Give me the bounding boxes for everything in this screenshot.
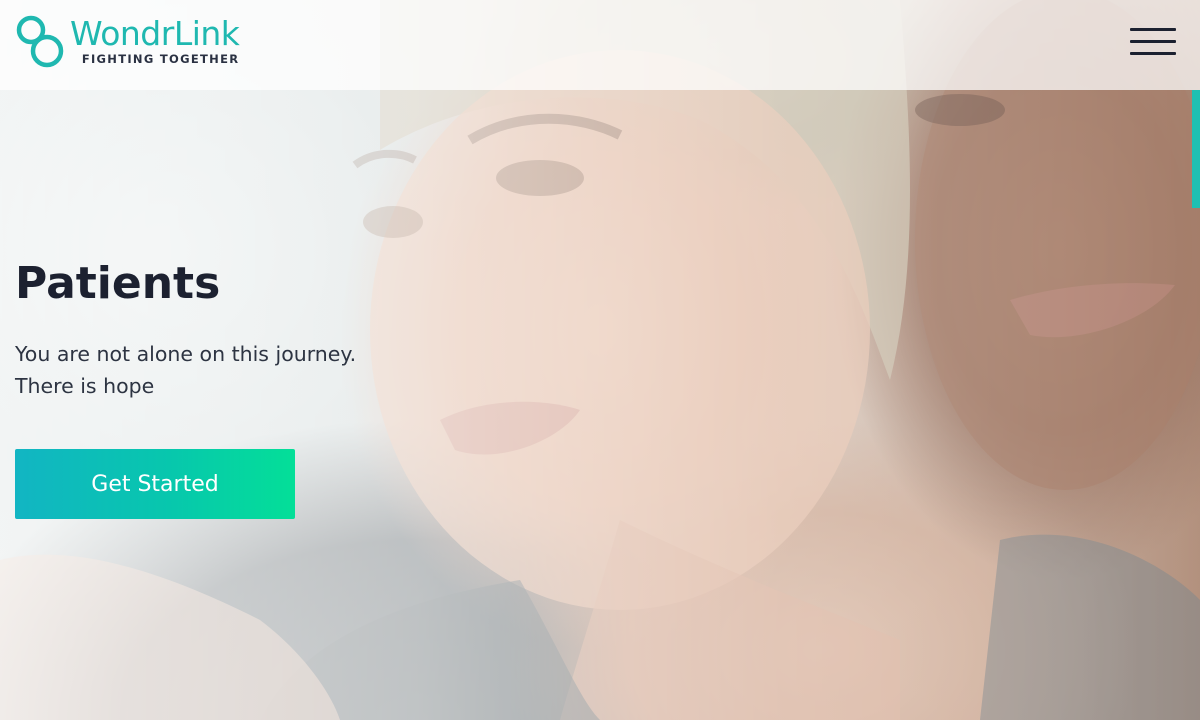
patients-page: WondrLink FIGHTING TOGETHER Patients You… [0, 0, 1200, 720]
wondrlink-logo-icon [16, 15, 64, 68]
hero-subtitle-line-1: You are not alone on this journey. [15, 342, 357, 366]
hero-title: Patients [15, 258, 221, 309]
scroll-indicator[interactable] [1192, 90, 1200, 208]
site-logo[interactable]: WondrLink FIGHTING TOGETHER [14, 14, 240, 68]
menu-bar-top [1130, 28, 1176, 31]
menu-bar-middle [1130, 40, 1176, 43]
hero-subtitle-line-2: There is hope [15, 374, 155, 398]
logo-tagline: FIGHTING TOGETHER [81, 52, 240, 66]
hamburger-menu-icon[interactable] [1130, 28, 1176, 58]
logo-name: WondrLink [70, 14, 240, 53]
hero-subtitle: You are not alone on this journey. There… [15, 338, 356, 402]
get-started-button[interactable]: Get Started [15, 449, 295, 519]
menu-bar-bottom [1130, 52, 1176, 55]
logo-wordmark: WondrLink FIGHTING TOGETHER [70, 14, 240, 67]
site-header: WondrLink FIGHTING TOGETHER [0, 0, 1200, 90]
